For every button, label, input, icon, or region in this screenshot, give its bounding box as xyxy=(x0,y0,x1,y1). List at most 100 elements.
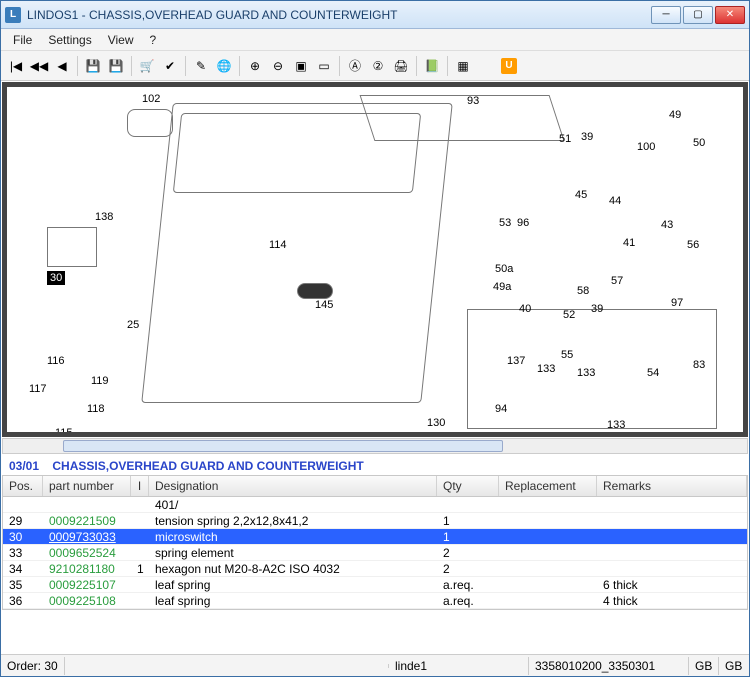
callout-40[interactable]: 40 xyxy=(519,303,531,315)
callout-137[interactable]: 137 xyxy=(507,355,525,367)
callout-25[interactable]: 25 xyxy=(127,319,139,331)
callout-43[interactable]: 43 xyxy=(661,219,673,231)
callout-52[interactable]: 52 xyxy=(563,309,575,321)
table-row[interactable]: 350009225107leaf springa.req.6 thick xyxy=(3,577,747,593)
cell-designation: microswitch xyxy=(149,530,437,544)
annot-b-button[interactable]: ② xyxy=(367,55,389,77)
cell-part-number[interactable]: 0009652524 xyxy=(43,546,131,560)
table-row[interactable]: 360009225108leaf springa.req.4 thick xyxy=(3,593,747,609)
book-button[interactable]: 📗 xyxy=(421,55,443,77)
select-area-button[interactable]: ▭ xyxy=(313,55,335,77)
menu-file[interactable]: File xyxy=(5,31,40,49)
callout-49[interactable]: 49 xyxy=(669,109,681,121)
callout-41[interactable]: 41 xyxy=(623,237,635,249)
callout-50a[interactable]: 50a xyxy=(495,263,513,275)
callout-130[interactable]: 130 xyxy=(427,417,445,429)
callout-96[interactable]: 96 xyxy=(517,217,529,229)
cell-part-number[interactable]: 9210281180 xyxy=(43,562,131,576)
callout-54[interactable]: 54 xyxy=(647,367,659,379)
callout-145[interactable]: 145 xyxy=(315,299,333,311)
callout-114[interactable]: 114 xyxy=(269,239,287,251)
callout-93[interactable]: 93 xyxy=(467,95,479,107)
cell-part-number[interactable]: 0009225107 xyxy=(43,578,131,592)
menu-settings[interactable]: Settings xyxy=(40,31,99,49)
maximize-button[interactable]: ▢ xyxy=(683,6,713,24)
callout-117[interactable]: 117 xyxy=(29,383,47,395)
callout-94[interactable]: 94 xyxy=(495,403,507,415)
minimize-button[interactable]: ─ xyxy=(651,6,681,24)
cell-part-number[interactable]: 0009225108 xyxy=(43,594,131,608)
callout-30[interactable]: 30 xyxy=(47,271,65,285)
first-button[interactable]: |◀ xyxy=(5,55,27,77)
table-row[interactable]: 3492102811801hexagon nut M20-8-A2C ISO 4… xyxy=(3,561,747,577)
scrollbar-track[interactable] xyxy=(2,438,748,454)
save-b-button[interactable]: 💾 xyxy=(105,55,127,77)
grid-body[interactable]: 401/290009221509tension spring 2,2x12,8x… xyxy=(3,497,747,609)
callout-44[interactable]: 44 xyxy=(609,195,621,207)
diagram-pane[interactable]: 102 93 51 39 100 49 50 138 30 114 145 53 96 45 44 41 43 5… xyxy=(2,82,748,437)
annot-a-button[interactable]: Ⓐ xyxy=(344,55,366,77)
close-button[interactable]: ✕ xyxy=(715,6,745,24)
cell-part-number[interactable]: 0009221509 xyxy=(43,514,131,528)
callout-55[interactable]: 55 xyxy=(561,349,573,361)
zoom-out-button[interactable]: ⊖ xyxy=(267,55,289,77)
callout-100[interactable]: 100 xyxy=(637,141,655,153)
callout-133[interactable]: 133 xyxy=(577,367,595,379)
callout-53[interactable]: 53 xyxy=(499,217,511,229)
callout-56[interactable]: 56 xyxy=(687,239,699,251)
callout-97[interactable]: 97 xyxy=(671,297,683,309)
callout-116[interactable]: 116 xyxy=(47,355,65,367)
scrollbar-thumb[interactable] xyxy=(63,440,503,452)
pointer-button[interactable]: ✎ xyxy=(190,55,212,77)
callout-51[interactable]: 51 xyxy=(559,133,571,145)
callout-118[interactable]: 118 xyxy=(87,403,105,415)
globe-button[interactable]: 🌐 xyxy=(213,55,235,77)
check-button[interactable]: ✔ xyxy=(159,55,181,77)
diagram-h-scrollbar[interactable] xyxy=(2,438,748,454)
pointer-icon: ✎ xyxy=(196,59,206,73)
table-row[interactable]: 401/ xyxy=(3,497,747,513)
callout-133[interactable]: 133 xyxy=(607,419,625,431)
col-i[interactable]: I xyxy=(131,476,149,496)
col-designation[interactable]: Designation xyxy=(149,476,437,496)
col-part-number[interactable]: part number xyxy=(43,476,131,496)
back-button[interactable]: ◀ xyxy=(51,55,73,77)
annot-a-icon: Ⓐ xyxy=(349,57,361,74)
cart-button[interactable]: 🛒 xyxy=(136,55,158,77)
cell-part-number[interactable]: 0009733033 xyxy=(43,530,131,544)
flag-button[interactable]: ▦ xyxy=(452,55,474,77)
callout-49a[interactable]: 49a xyxy=(493,281,511,293)
menu-help[interactable]: ? xyxy=(142,31,165,49)
blank-button[interactable] xyxy=(475,55,497,77)
table-row[interactable]: 330009652524 spring element2 xyxy=(3,545,747,561)
cell-remarks: 6 thick xyxy=(597,578,747,592)
callout-115[interactable]: 115 xyxy=(55,427,73,437)
table-row[interactable]: 290009221509tension spring 2,2x12,8x41,2… xyxy=(3,513,747,529)
callout-83[interactable]: 83 xyxy=(693,359,705,371)
col-pos[interactable]: Pos. xyxy=(3,476,43,496)
print-button[interactable]: 🖨 xyxy=(390,55,412,77)
menu-view[interactable]: View xyxy=(100,31,142,49)
callout-138[interactable]: 138 xyxy=(95,211,113,223)
table-row[interactable]: 300009733033microswitch1 xyxy=(3,529,747,545)
fit-button[interactable]: ▣ xyxy=(290,55,312,77)
callout-133[interactable]: 133 xyxy=(537,363,555,375)
callout-102[interactable]: 102 xyxy=(142,93,160,105)
col-replacement[interactable]: Replacement xyxy=(499,476,597,496)
u-button[interactable]: U xyxy=(498,55,520,77)
cell-designation: hexagon nut M20-8-A2C ISO 4032 xyxy=(149,562,437,576)
save-a-button[interactable]: 💾 xyxy=(82,55,104,77)
cell-pos: 30 xyxy=(3,530,43,544)
zoom-in-button[interactable]: ⊕ xyxy=(244,55,266,77)
callout-57[interactable]: 57 xyxy=(611,275,623,287)
callout-45[interactable]: 45 xyxy=(575,189,587,201)
callout-58[interactable]: 58 xyxy=(577,285,589,297)
col-remarks[interactable]: Remarks xyxy=(597,476,747,496)
callout-119[interactable]: 119 xyxy=(91,375,109,387)
col-qty[interactable]: Qty xyxy=(437,476,499,496)
callout-39[interactable]: 39 xyxy=(581,131,593,143)
app-window: L LINDOS1 - CHASSIS,OVERHEAD GUARD AND C… xyxy=(0,0,750,677)
callout-39[interactable]: 39 xyxy=(591,303,603,315)
callout-50[interactable]: 50 xyxy=(693,137,705,149)
fastback-button[interactable]: ◀◀ xyxy=(28,55,50,77)
